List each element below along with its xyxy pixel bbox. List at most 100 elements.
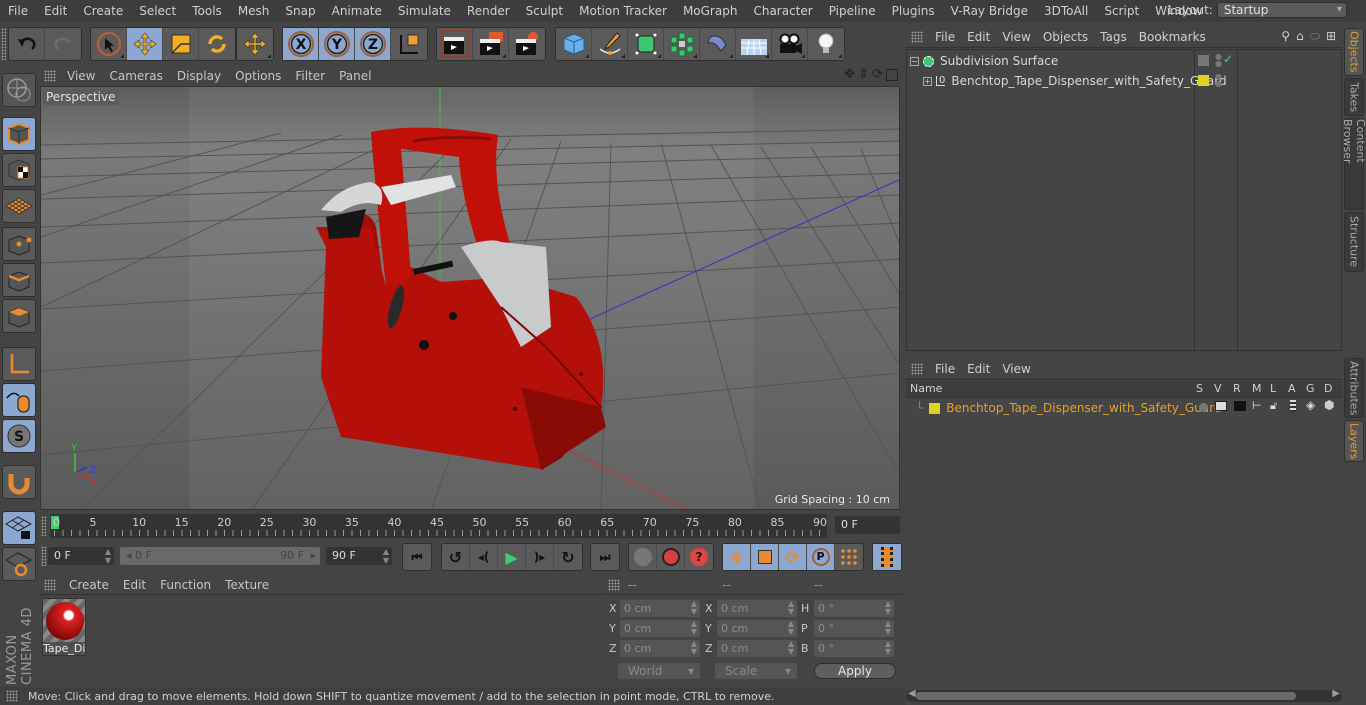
dolly-view-icon[interactable]: ⇕ (858, 67, 869, 82)
tweak-mode-button[interactable] (2, 383, 36, 417)
cloner-button[interactable] (664, 28, 700, 60)
viewport-menu-options[interactable]: Options (228, 69, 288, 83)
light-button[interactable] (808, 28, 844, 60)
recent-tool-button[interactable] (237, 28, 273, 60)
apply-button[interactable]: Apply (814, 663, 896, 679)
material-grip[interactable] (44, 578, 56, 591)
expand-icon[interactable]: + (923, 76, 932, 86)
menu-motion-tracker[interactable]: Motion Tracker (571, 0, 675, 22)
layer-color-icon[interactable] (1198, 75, 1209, 86)
menu-plugins[interactable]: Plugins (884, 0, 943, 22)
scale-track-button[interactable] (751, 544, 779, 570)
undo-button[interactable] (9, 28, 45, 60)
menu-character[interactable]: Character (745, 0, 820, 22)
viewport-grip[interactable] (44, 69, 56, 82)
position-track-button[interactable]: ✥ (723, 544, 751, 570)
coordinate-system-button[interactable] (391, 28, 427, 60)
scroll-right-icon[interactable]: ▶ (1332, 688, 1340, 699)
z-axis-lock-button[interactable]: Z (355, 28, 391, 60)
tab-layers[interactable]: Layers (1344, 420, 1364, 462)
column-locked[interactable]: L (1270, 382, 1276, 395)
menu-select[interactable]: Select (131, 0, 184, 22)
render-settings-button[interactable] (509, 28, 545, 60)
transport-grip[interactable] (41, 546, 46, 566)
rotate-tool-button[interactable] (199, 28, 235, 60)
pos-y-field[interactable]: 0 cm ▲ ▼ (620, 620, 700, 637)
end-frame-field[interactable]: 90 F ▲ ▼ (326, 547, 392, 565)
visibility-dots-icon[interactable]: ● ● (1215, 73, 1222, 88)
coordinates-grip[interactable] (608, 578, 620, 591)
render-picture-viewer-button[interactable] (473, 28, 509, 60)
enabled-check-icon[interactable]: ✓ (1223, 52, 1233, 66)
texture-mode-button[interactable] (2, 153, 36, 187)
viewport-menu-view[interactable]: View (60, 69, 102, 83)
menu-edit[interactable]: Edit (36, 0, 75, 22)
animation-icon[interactable] (1290, 400, 1296, 412)
rot-b-field[interactable]: 0 ° ▲ ▼ (814, 640, 894, 657)
move-tool-button[interactable] (127, 28, 163, 60)
column-render[interactable]: R (1233, 382, 1241, 395)
render-clapper-icon[interactable] (1234, 401, 1246, 411)
object-manager-grip[interactable] (911, 30, 923, 43)
scale-tool-button[interactable] (163, 28, 199, 60)
collapse-icon[interactable]: − (910, 56, 919, 66)
material-menu-texture[interactable]: Texture (218, 578, 276, 592)
tab-takes[interactable]: Takes (1344, 78, 1364, 116)
rotation-track-button[interactable]: ⟳ (779, 544, 807, 570)
menu-animate[interactable]: Animate (324, 0, 390, 22)
manager-tree-icon[interactable]: ⊢ (1252, 399, 1262, 412)
column-manager[interactable]: M (1252, 382, 1262, 395)
camera-button[interactable] (772, 28, 808, 60)
solo-icon[interactable] (1199, 403, 1208, 412)
workplane-rotate-button[interactable] (2, 547, 36, 581)
layers-menu-edit[interactable]: Edit (961, 362, 996, 376)
material-menu-edit[interactable]: Edit (116, 578, 153, 592)
home-icon[interactable]: ⌂ (1296, 29, 1304, 44)
next-frame-button[interactable]: )▸ (526, 544, 554, 570)
status-grip[interactable] (6, 690, 18, 702)
range-right-arrow-icon[interactable]: ▸ (310, 547, 316, 565)
magnet-button[interactable] (2, 465, 36, 499)
points-mode-button[interactable] (2, 227, 36, 261)
unlocked-icon[interactable]: 🔓︎ (1270, 399, 1277, 413)
edges-mode-button[interactable] (2, 263, 36, 297)
viewport-menu-cameras[interactable]: Cameras (102, 69, 169, 83)
objects-menu-view[interactable]: View (996, 30, 1036, 44)
toggle-view-icon[interactable] (886, 69, 898, 81)
layer-horizontal-scrollbar[interactable]: ◀ ▶ (906, 688, 1342, 702)
column-generators[interactable]: G (1306, 382, 1315, 395)
size-y-field[interactable]: 0 cm ▲ ▼ (717, 620, 797, 637)
menu-tools[interactable]: Tools (184, 0, 230, 22)
rot-p-field[interactable]: 0 ° ▲ ▼ (814, 620, 894, 637)
menu-3dtoall[interactable]: 3DToAll (1036, 0, 1096, 22)
generator-icon[interactable]: ◈ (1306, 398, 1315, 412)
range-slider[interactable]: ◂ 0 F 90 F ▸ (120, 547, 320, 565)
objects-menu-bookmarks[interactable]: Bookmarks (1133, 30, 1212, 44)
viewport-menu-panel[interactable]: Panel (332, 69, 378, 83)
start-frame-field[interactable]: 0 F ▲ ▼ (48, 547, 114, 565)
menu-simulate[interactable]: Simulate (390, 0, 459, 22)
deformer-button[interactable] (700, 28, 736, 60)
search-icon[interactable]: ⚲ (1281, 29, 1290, 44)
snap-button[interactable]: S (2, 419, 36, 453)
model-mode-button[interactable] (2, 117, 36, 151)
rotate-view-icon[interactable]: ⟳ (872, 67, 883, 82)
rot-h-field[interactable]: 0 ° ▲ ▼ (814, 600, 894, 617)
floor-button[interactable] (736, 28, 772, 60)
goto-end-button[interactable]: ⏭ (591, 544, 619, 570)
parameter-track-button[interactable]: P (807, 544, 835, 570)
layer-tag-icon[interactable] (1198, 55, 1209, 66)
redo-button[interactable] (45, 28, 81, 60)
prev-key-button[interactable]: ↺ (442, 544, 470, 570)
column-view[interactable]: V (1214, 382, 1222, 395)
scrollbar-thumb[interactable] (916, 692, 1296, 700)
coordinate-space-dropdown[interactable]: World (618, 663, 700, 679)
material-swatch[interactable]: Tape_Di (42, 598, 86, 656)
eye-icon[interactable]: ⬭ (1310, 29, 1320, 44)
timeline-ruler[interactable]: 0 5 10 15 20 25 30 35 40 45 50 55 60 65 70 75 80 85 90 (50, 514, 827, 538)
workplane-mode-button[interactable] (2, 189, 36, 223)
menu-render[interactable]: Render (459, 0, 518, 22)
tab-attributes[interactable]: Attributes (1344, 358, 1364, 418)
menu-snap[interactable]: Snap (277, 0, 323, 22)
current-frame-field[interactable]: 0 F (835, 516, 900, 534)
